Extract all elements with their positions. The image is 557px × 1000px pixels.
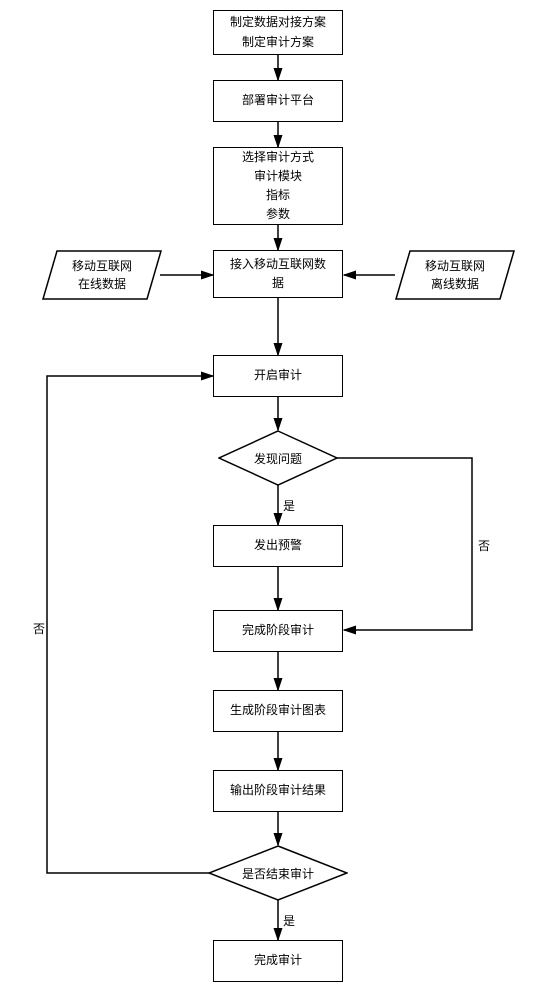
text-line: 完成审计 bbox=[254, 951, 302, 970]
edge-label-yes: 是 bbox=[283, 497, 295, 514]
text-line: 是否结束审计 bbox=[242, 865, 314, 882]
node-complete-audit: 完成审计 bbox=[213, 940, 343, 982]
edge-label-no: 否 bbox=[478, 537, 490, 554]
text-line: 生成阶段审计图表 bbox=[230, 701, 326, 720]
node-define-plan: 制定数据对接方案 制定审计方案 bbox=[213, 10, 343, 55]
text-line: 移动互联网 bbox=[425, 257, 485, 275]
node-access-data: 接入移动互联网数 据 bbox=[213, 250, 343, 298]
text-line: 制定审计方案 bbox=[242, 33, 314, 52]
text-line: 发现问题 bbox=[254, 450, 302, 467]
node-output-results: 输出阶段审计结果 bbox=[213, 770, 343, 812]
text-line: 开启审计 bbox=[254, 366, 302, 385]
node-start-audit: 开启审计 bbox=[213, 355, 343, 397]
text-line: 选择审计方式 bbox=[242, 148, 314, 167]
text-line: 完成阶段审计 bbox=[242, 621, 314, 640]
node-select-mode: 选择审计方式 审计模块 指标 参数 bbox=[213, 147, 343, 225]
edge-label-no: 否 bbox=[33, 620, 45, 637]
text-line: 参数 bbox=[266, 205, 290, 224]
text-line: 在线数据 bbox=[72, 275, 132, 293]
node-online-data: 移动互联网 在线数据 bbox=[42, 250, 162, 300]
text-line: 移动互联网 bbox=[72, 257, 132, 275]
node-offline-data: 移动互联网 离线数据 bbox=[395, 250, 515, 300]
node-complete-phase: 完成阶段审计 bbox=[213, 610, 343, 652]
text-line: 审计模块 bbox=[254, 167, 302, 186]
decision-problem-found: 发现问题 bbox=[218, 430, 338, 486]
text-line: 制定数据对接方案 bbox=[230, 13, 326, 32]
text-line: 输出阶段审计结果 bbox=[230, 781, 326, 800]
decision-end-audit: 是否结束审计 bbox=[208, 845, 348, 901]
text-line: 接入移动互联网数 bbox=[230, 255, 326, 274]
text-line: 离线数据 bbox=[425, 275, 485, 293]
node-issue-alert: 发出预警 bbox=[213, 525, 343, 567]
node-generate-charts: 生成阶段审计图表 bbox=[213, 690, 343, 732]
text-line: 发出预警 bbox=[254, 536, 302, 555]
node-deploy-platform: 部署审计平台 bbox=[213, 80, 343, 122]
text-line: 部署审计平台 bbox=[242, 91, 314, 110]
text-line: 据 bbox=[272, 274, 284, 293]
text-line: 指标 bbox=[266, 186, 290, 205]
edge-label-yes: 是 bbox=[283, 912, 295, 929]
flowchart-canvas: 制定数据对接方案 制定审计方案 部署审计平台 选择审计方式 审计模块 指标 参数… bbox=[0, 0, 557, 1000]
